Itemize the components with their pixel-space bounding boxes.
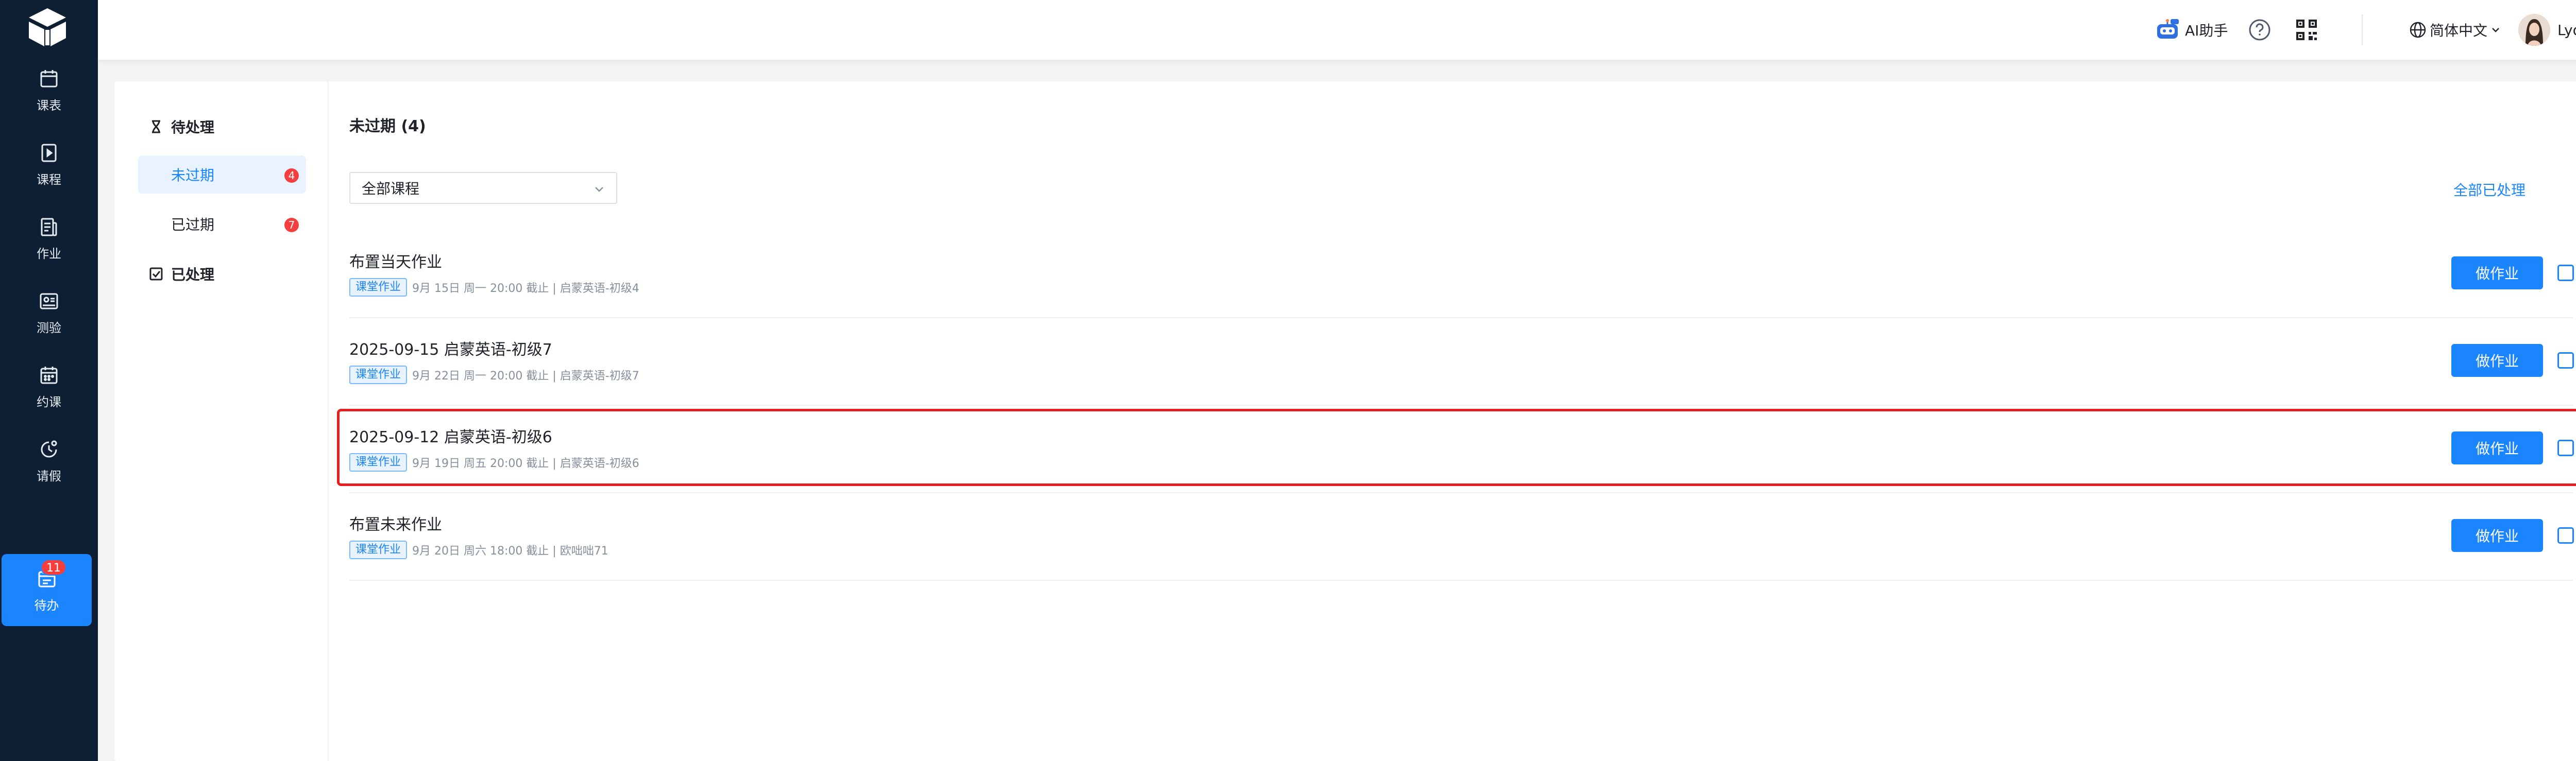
nav-item-schedule[interactable]: 课表 bbox=[0, 57, 98, 124]
nav-item-quiz[interactable]: 测验 bbox=[0, 279, 98, 346]
globe-icon bbox=[2410, 22, 2426, 38]
app-logo-icon[interactable] bbox=[25, 4, 70, 49]
row-checkbox[interactable] bbox=[2557, 352, 2574, 369]
nav-label: 请假 bbox=[37, 469, 61, 483]
nav-item-courses[interactable]: 课程 bbox=[0, 131, 98, 198]
quiz-card-icon bbox=[40, 293, 58, 309]
nav-label: 作业 bbox=[37, 246, 61, 261]
list-title: 未过期 (4) bbox=[349, 117, 426, 135]
ai-assistant-label: AI助手 bbox=[2185, 22, 2228, 39]
homework-meta: 课堂作业 9月 19日 周五 20:00 截止 | 启蒙英语-初级6 bbox=[349, 453, 639, 472]
homework-doc-icon bbox=[41, 218, 57, 236]
homework-meta: 课堂作业 9月 22日 周一 20:00 截止 | 启蒙英语-初级7 bbox=[349, 366, 639, 384]
homework-type-tag: 课堂作业 bbox=[349, 366, 408, 384]
hourglass-icon bbox=[152, 120, 160, 133]
do-homework-button[interactable]: 做作业 bbox=[2451, 431, 2543, 464]
mark-all-processed-link[interactable]: 全部已处理 bbox=[2453, 179, 2526, 200]
expired-count-badge: 7 bbox=[284, 218, 299, 232]
homework-row: 2025-09-15 启蒙英语-初级7 课堂作业 9月 22日 周一 20:00… bbox=[349, 318, 2574, 406]
not-expired-count-badge: 4 bbox=[284, 168, 299, 183]
nav-item-booking[interactable]: 约课 bbox=[0, 353, 98, 420]
sub-item-label: 已过期 bbox=[171, 216, 215, 233]
top-header: AI助手 简体中文 Lydia bbox=[98, 0, 2576, 60]
homework-row: 布置当天作业 课堂作业 9月 15日 周一 20:00 截止 | 启蒙英语-初级… bbox=[349, 231, 2574, 318]
homework-deadline: 9月 22日 周一 20:00 截止 | 启蒙英语-初级7 bbox=[412, 370, 639, 383]
qr-code-button[interactable] bbox=[2294, 0, 2319, 60]
homework-row: 2025-09-12 启蒙英语-初级6 课堂作业 9月 19日 周五 20:00… bbox=[349, 406, 2574, 493]
homework-title[interactable]: 布置当天作业 bbox=[349, 249, 442, 272]
sub-item-label: 未过期 bbox=[171, 167, 215, 184]
course-book-icon bbox=[41, 144, 57, 162]
header-divider bbox=[2362, 14, 2363, 45]
homework-title[interactable]: 2025-09-12 启蒙英语-初级6 bbox=[349, 424, 552, 447]
todo-count-badge: 11 bbox=[41, 559, 66, 576]
nav-label: 课程 bbox=[37, 172, 61, 187]
homework-title[interactable]: 布置未来作业 bbox=[349, 512, 442, 534]
user-menu[interactable]: Lydia bbox=[2518, 0, 2576, 60]
do-homework-button[interactable]: 做作业 bbox=[2451, 519, 2543, 552]
main-nav-rail: 课表 课程 作业 测验 约课 请假 11 待办 bbox=[0, 0, 98, 761]
homework-meta: 课堂作业 9月 20日 周六 18:00 截止 | 欧咄咄71 bbox=[349, 541, 608, 559]
homework-type-tag: 课堂作业 bbox=[349, 453, 408, 472]
sub-item-expired[interactable]: 已过期 7 bbox=[138, 205, 306, 243]
todo-sub-sidebar: 待处理 未过期 4 已过期 7 已处理 bbox=[114, 81, 329, 761]
row-checkbox[interactable] bbox=[2557, 265, 2574, 281]
ai-robot-icon bbox=[2157, 19, 2179, 39]
nav-item-leave[interactable]: 请假 bbox=[0, 427, 98, 494]
chevron-down-icon bbox=[595, 187, 603, 192]
calendar-icon bbox=[40, 70, 58, 87]
group-pending-label: 待处理 bbox=[171, 119, 215, 136]
username-label: Lydia bbox=[2557, 21, 2576, 39]
leave-clock-icon bbox=[41, 440, 57, 457]
sub-item-not-expired[interactable]: 未过期 4 bbox=[138, 155, 306, 194]
avatar bbox=[2518, 14, 2550, 46]
homework-meta: 课堂作业 9月 15日 周一 20:00 截止 | 启蒙英语-初级4 bbox=[349, 278, 639, 297]
booking-calendar-icon bbox=[40, 366, 58, 384]
language-label: 简体中文 bbox=[2430, 22, 2488, 39]
nav-label: 测验 bbox=[37, 320, 61, 335]
help-button[interactable] bbox=[2248, 0, 2272, 60]
nav-label: 课表 bbox=[37, 98, 61, 113]
ai-assistant-button[interactable]: AI助手 bbox=[2155, 0, 2228, 60]
nav-item-todo[interactable]: 11 待办 bbox=[2, 554, 92, 626]
homework-deadline: 9月 15日 周一 20:00 截止 | 启蒙英语-初级4 bbox=[412, 282, 639, 295]
row-checkbox[interactable] bbox=[2557, 440, 2574, 456]
group-pending[interactable]: 待处理 bbox=[148, 111, 214, 142]
chevron-down-icon bbox=[2492, 28, 2499, 32]
todo-card: 待处理 未过期 4 已过期 7 已处理 未过期 (4) 全部课程 全部已处理 布… bbox=[114, 81, 2576, 761]
checkbox-checked-icon bbox=[149, 267, 163, 281]
user-photo-icon bbox=[2518, 14, 2550, 46]
do-homework-button[interactable]: 做作业 bbox=[2451, 344, 2543, 377]
nav-item-homework[interactable]: 作业 bbox=[0, 205, 98, 272]
course-filter-value: 全部课程 bbox=[362, 180, 420, 197]
language-selector[interactable]: 简体中文 bbox=[2406, 0, 2504, 60]
course-filter-select[interactable]: 全部课程 bbox=[349, 172, 617, 204]
homework-title[interactable]: 2025-09-15 启蒙英语-初级7 bbox=[349, 337, 552, 359]
homework-deadline: 9月 19日 周五 20:00 截止 | 启蒙英语-初级6 bbox=[412, 457, 639, 470]
do-homework-button[interactable]: 做作业 bbox=[2451, 256, 2543, 289]
homework-row: 布置未来作业 课堂作业 9月 20日 周六 18:00 截止 | 欧咄咄71 做… bbox=[349, 493, 2574, 581]
homework-type-tag: 课堂作业 bbox=[349, 541, 408, 559]
nav-label: 待办 bbox=[34, 598, 59, 613]
nav-label: 约课 bbox=[37, 394, 61, 409]
group-processed-label: 已处理 bbox=[171, 266, 215, 283]
help-question-icon bbox=[2249, 19, 2270, 41]
row-checkbox[interactable] bbox=[2557, 527, 2574, 544]
qr-code-icon bbox=[2296, 20, 2317, 40]
homework-deadline: 9月 20日 周六 18:00 截止 | 欧咄咄71 bbox=[412, 545, 608, 558]
todo-list-panel: 未过期 (4) 全部课程 全部已处理 布置当天作业 课堂作业 9月 15日 周一… bbox=[349, 81, 2575, 761]
homework-type-tag: 课堂作业 bbox=[349, 278, 408, 297]
group-processed[interactable]: 已处理 bbox=[148, 258, 214, 289]
